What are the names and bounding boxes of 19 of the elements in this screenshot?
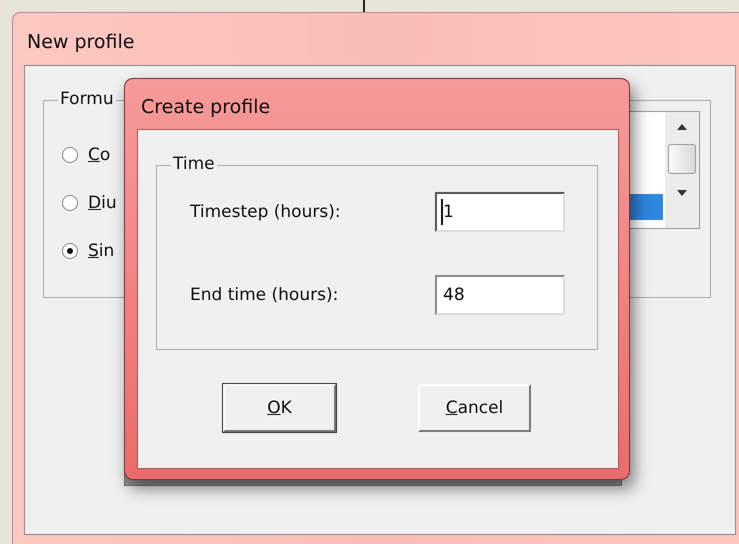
window-title: New profile — [26, 30, 136, 55]
radio-label: Co — [88, 145, 110, 165]
scrollbar[interactable] — [665, 112, 699, 228]
dialog-button[interactable]: Cancel — [418, 384, 531, 432]
text-caret — [441, 199, 443, 225]
scroll-up-icon[interactable] — [677, 124, 687, 130]
radio-button[interactable] — [62, 195, 78, 211]
field-label: End time (hours): — [190, 284, 340, 305]
radio-label: Diu — [88, 193, 117, 213]
scroll-thumb[interactable] — [668, 144, 696, 174]
radio-button[interactable] — [62, 147, 78, 163]
radio-label: Sin — [88, 241, 114, 261]
input-field[interactable]: 1 — [435, 192, 565, 232]
scroll-down-icon[interactable] — [677, 190, 687, 196]
field-label: Timestep (hours): — [190, 201, 342, 222]
dialog-button[interactable]: OK — [223, 384, 336, 432]
input-field[interactable]: 48 — [435, 275, 565, 315]
radio-button[interactable] — [62, 243, 78, 259]
dialog-title: Create profile — [140, 95, 272, 120]
